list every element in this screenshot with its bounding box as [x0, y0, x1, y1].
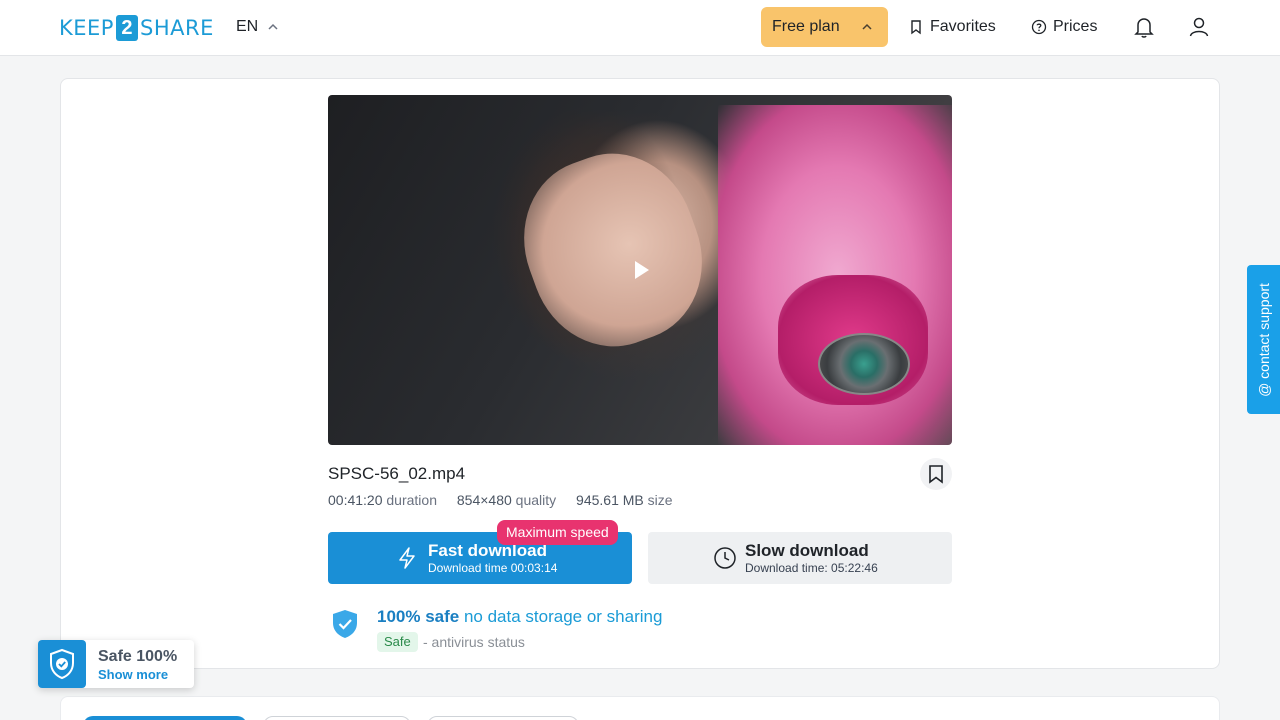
chevron-up-icon	[268, 23, 278, 30]
duration-value: 00:41:20	[328, 492, 383, 508]
slow-download-title: Slow download	[745, 541, 869, 560]
play-icon[interactable]	[630, 259, 652, 281]
notifications-button[interactable]	[1131, 14, 1157, 40]
safety-headline: 100% safe no data storage or sharing	[377, 607, 662, 627]
language-selector[interactable]: EN	[236, 16, 280, 38]
logo-text-mid: 2	[115, 15, 138, 41]
maximum-speed-badge: Maximum speed	[497, 520, 618, 545]
user-icon	[1189, 17, 1209, 37]
bookmark-icon	[911, 20, 921, 35]
prices-link[interactable]: Prices	[1031, 15, 1097, 39]
duration-label: duration	[386, 492, 437, 508]
shield-check-icon	[333, 610, 357, 638]
size-value: 945.61 MB	[576, 492, 644, 508]
keep2share-logo[interactable]: KEEP 2 SHARE	[59, 14, 214, 42]
logo-text-left: KEEP	[59, 16, 114, 40]
chevron-up-icon	[862, 23, 872, 30]
size-label: size	[647, 492, 673, 508]
logo-text-right: SHARE	[139, 16, 214, 40]
details-tab-active[interactable]	[83, 716, 247, 720]
fast-download-time: Download time 00:03:14	[428, 561, 558, 575]
slow-download-time: Download time: 05:22:46	[745, 561, 878, 575]
file-meta: 00:41:20 duration 854×480 quality 945.61…	[328, 492, 689, 508]
safety-headline-bold: 100% safe	[377, 607, 460, 626]
lightning-icon	[399, 547, 415, 569]
show-more-link[interactable]: Show more	[98, 667, 168, 682]
safety-headline-rest: no data storage or sharing	[463, 607, 663, 626]
add-to-favorites-button[interactable]	[920, 458, 952, 490]
video-preview[interactable]	[328, 95, 952, 445]
contact-support-label: @ contact support	[1255, 282, 1272, 397]
quality-value: 854×480	[456, 492, 512, 508]
shield-check-icon	[50, 648, 74, 680]
favorites-label: Favorites	[930, 18, 996, 35]
quality-label: quality	[515, 492, 557, 508]
bell-icon	[1134, 18, 1154, 38]
video-frame-shape	[818, 333, 910, 395]
details-tab[interactable]	[427, 716, 579, 720]
plan-label: Free plan	[772, 18, 840, 35]
antivirus-status-text: - antivirus status	[423, 634, 525, 650]
favorites-link[interactable]: Favorites	[908, 15, 996, 39]
safe-badge-widget[interactable]: Safe 100% Show more	[38, 640, 194, 688]
slow-download-button[interactable]: Slow download Download time: 05:22:46	[648, 532, 952, 584]
top-header: KEEP 2 SHARE EN Free plan Favorites Pric…	[0, 0, 1280, 56]
prices-label: Prices	[1053, 18, 1098, 35]
antivirus-safe-badge: Safe	[377, 632, 418, 652]
contact-support-tab[interactable]: @ contact support	[1247, 265, 1280, 414]
language-label: EN	[236, 18, 259, 35]
user-account-button[interactable]	[1186, 14, 1212, 40]
shield-icon-box	[38, 640, 86, 688]
clock-icon	[714, 547, 736, 569]
free-plan-button[interactable]: Free plan	[761, 7, 888, 47]
file-name: SPSC-56_02.mp4	[328, 464, 466, 483]
details-tab[interactable]	[263, 716, 411, 720]
bookmark-icon	[929, 465, 943, 484]
help-circle-icon	[1031, 19, 1047, 35]
safe-widget-title: Safe 100%	[98, 648, 178, 665]
